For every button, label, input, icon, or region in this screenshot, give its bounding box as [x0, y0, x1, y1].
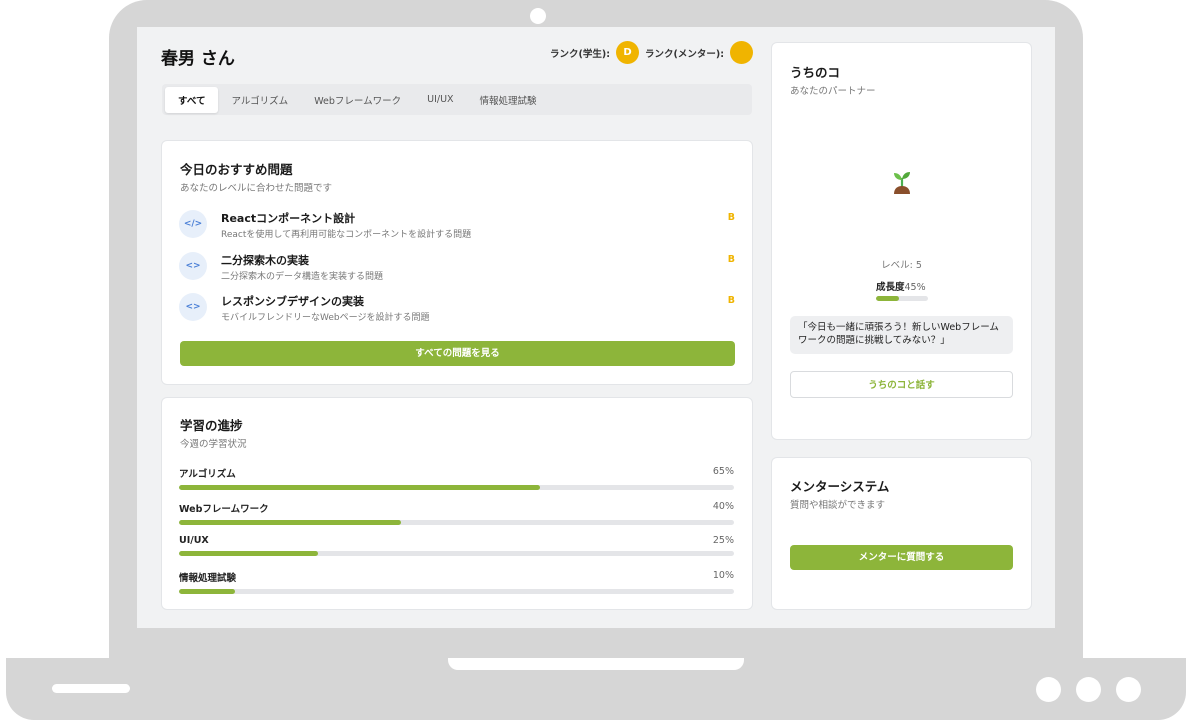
progress-fill — [179, 520, 401, 525]
rank-mentor-label: ランク(メンター): — [645, 48, 724, 60]
code-brackets-icon: <> — [179, 293, 207, 321]
rank-area: ランク(学生): D ランク(メンター): — [550, 41, 753, 64]
user-name: 春男 さん — [161, 49, 235, 69]
progress-track — [179, 485, 734, 490]
tab-uiux[interactable]: UI/UX — [414, 88, 466, 111]
mentor-subtitle: 質問や相談ができます — [790, 500, 886, 511]
partner-level: レベル: 5 — [881, 260, 922, 271]
progress-label: UI/UX — [179, 535, 209, 546]
progress-track — [179, 551, 734, 556]
recommended-title: 今日のおすすめ問題 — [180, 162, 293, 177]
progress-row: Webフレームワーク 40% — [179, 501, 734, 525]
problem-title: 二分探索木の実装 — [221, 254, 309, 267]
category-tabs: すべて アルゴリズム Webフレームワーク UI/UX 情報処理試験 — [162, 84, 752, 115]
app-screen: 春男 さん ランク(学生): D ランク(メンター): すべて アルゴリズム W… — [137, 27, 1055, 628]
recommended-subtitle: あなたのレベルに合わせた問題です — [180, 183, 333, 194]
growth-label: 成長度 — [876, 282, 905, 293]
growth-track — [876, 296, 928, 301]
progress-label: 情報処理試験 — [179, 573, 237, 584]
camera-dot — [530, 8, 546, 24]
laptop-base — [6, 658, 1186, 720]
code-icon: </> — [179, 210, 207, 238]
tab-all[interactable]: すべて — [165, 86, 219, 113]
problem-item[interactable]: </> Reactコンポーネント設計 Reactを使用して再利用可能なコンポーネ… — [179, 210, 735, 240]
base-dot — [1116, 677, 1141, 702]
laptop-slot — [52, 684, 130, 693]
problem-desc: Reactを使用して再利用可能なコンポーネントを設計する問題 — [221, 230, 472, 240]
partner-message: 「今日も一緒に頑張ろう！新しいWebフレームワークの問題に挑戦してみない？」 — [790, 316, 1013, 354]
talk-to-partner-button[interactable]: うちのコと話す — [790, 371, 1013, 398]
partner-subtitle: あなたのパートナー — [790, 86, 876, 97]
problem-item[interactable]: <> 二分探索木の実装 二分探索木のデータ構造を実装する問題 B — [179, 252, 735, 282]
growth-value: 45% — [904, 282, 926, 293]
progress-fill — [179, 551, 318, 556]
rank-student-label: ランク(学生): — [550, 48, 611, 60]
progress-percent: 10% — [712, 570, 734, 581]
partner-title: うちのコ — [790, 65, 841, 80]
progress-label: Webフレームワーク — [179, 504, 269, 515]
laptop-notch — [448, 658, 744, 670]
progress-row: 情報処理試験 10% — [179, 570, 734, 594]
rank-mentor-badge — [730, 41, 753, 64]
progress-card: 学習の進捗 今週の学習状況 アルゴリズム 65% Webフレームワーク 40% … — [161, 397, 753, 610]
code-brackets-icon: <> — [179, 252, 207, 280]
progress-title: 学習の進捗 — [180, 418, 243, 433]
problem-grade: B — [727, 212, 735, 223]
progress-percent: 65% — [712, 466, 734, 477]
problem-item[interactable]: <> レスポンシブデザインの実装 モバイルフレンドリーなWebページを設計する問… — [179, 293, 735, 323]
partner-card: うちのコ あなたのパートナー レベル: 5 成長度45% 「今日も一緒に頑張ろう… — [771, 42, 1032, 440]
problem-desc: 二分探索木のデータ構造を実装する問題 — [221, 272, 384, 282]
problem-desc: モバイルフレンドリーなWebページを設計する問題 — [221, 313, 430, 323]
tab-info-exam[interactable]: 情報処理試験 — [467, 87, 550, 113]
progress-track — [179, 520, 734, 525]
base-dot — [1036, 677, 1061, 702]
progress-label: アルゴリズム — [179, 469, 236, 480]
progress-row: アルゴリズム 65% — [179, 466, 734, 490]
tab-algorithm[interactable]: アルゴリズム — [218, 87, 301, 113]
problem-grade: B — [727, 254, 735, 265]
base-dot — [1076, 677, 1101, 702]
seedling-icon — [887, 166, 917, 196]
mentor-title: メンターシステム — [790, 479, 890, 494]
ask-mentor-button[interactable]: メンターに質問する — [790, 545, 1013, 570]
rank-student-badge: D — [616, 41, 640, 64]
problem-title: レスポンシブデザインの実装 — [221, 295, 364, 308]
progress-fill — [179, 485, 540, 490]
recommended-card: 今日のおすすめ問題 あなたのレベルに合わせた問題です </> Reactコンポー… — [161, 140, 753, 385]
progress-track — [179, 589, 734, 594]
growth-fill — [876, 296, 900, 301]
progress-percent: 40% — [712, 501, 734, 512]
progress-subtitle: 今週の学習状況 — [180, 439, 247, 450]
view-all-problems-button[interactable]: すべての問題を見る — [180, 341, 735, 366]
progress-row: UI/UX 25% — [179, 535, 734, 556]
progress-percent: 25% — [712, 535, 734, 546]
problem-title: Reactコンポーネント設計 — [221, 212, 356, 225]
mentor-card: メンターシステム 質問や相談ができます メンターに質問する — [771, 457, 1032, 610]
problem-grade: B — [727, 295, 735, 306]
progress-fill — [179, 589, 235, 594]
tab-web-framework[interactable]: Webフレームワーク — [301, 87, 414, 113]
partner-growth: 成長度45% — [876, 279, 926, 293]
